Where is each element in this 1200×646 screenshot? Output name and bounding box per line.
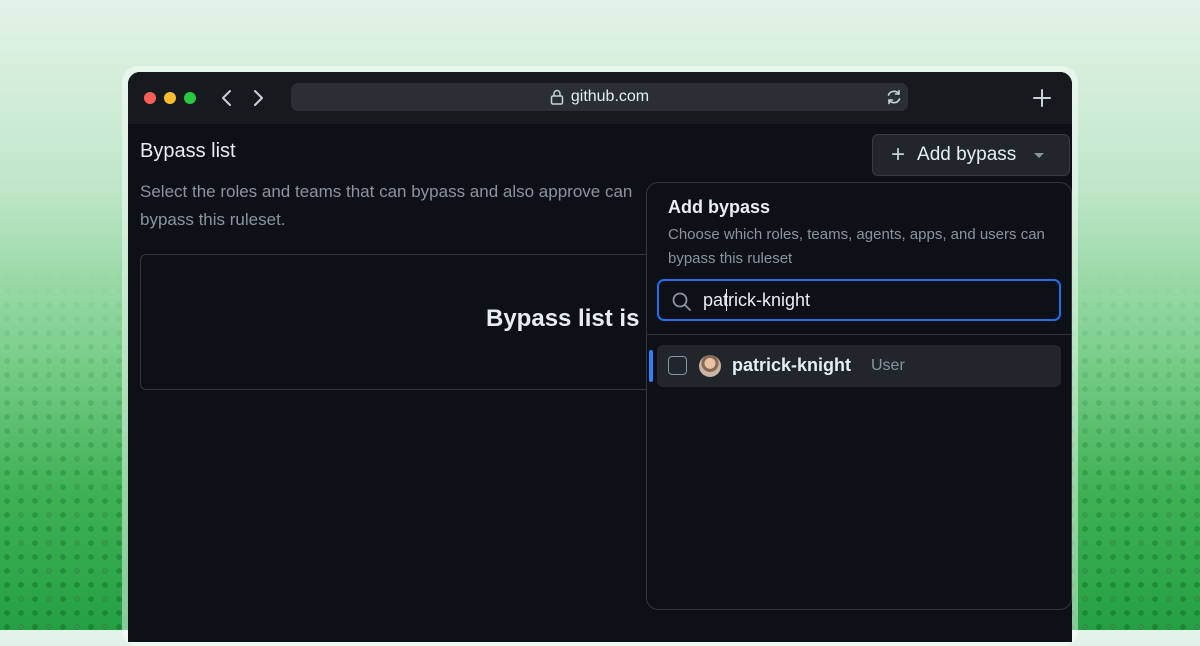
address-display: github.com: [291, 83, 908, 111]
minimize-window-button[interactable]: [164, 92, 176, 104]
selected-indicator: [649, 350, 653, 382]
result-type-label: User: [871, 357, 905, 374]
chevron-right-icon: [254, 90, 263, 106]
lock-icon: [550, 89, 564, 105]
add-bypass-dropdown: Add bypass Choose which roles, teams, ag…: [646, 182, 1072, 610]
add-bypass-button[interactable]: + Add bypass: [872, 134, 1070, 176]
empty-state-text: Bypass list is: [486, 305, 640, 332]
back-button[interactable]: [215, 86, 239, 110]
browser-window: github.com Bypass list Select the roles …: [128, 72, 1072, 642]
bypass-search-input[interactable]: patrick-knight: [657, 279, 1061, 321]
search-icon: [672, 292, 691, 311]
result-name: patrick-knight: [732, 355, 852, 375]
section-description: Select the roles and teams that can bypa…: [140, 182, 633, 229]
close-window-button[interactable]: [144, 92, 156, 104]
chevron-left-icon: [222, 90, 231, 106]
plus-icon: +: [891, 141, 906, 168]
dropdown-divider: [647, 334, 1071, 335]
bypass-list-empty-state: Bypass list is: [140, 254, 702, 390]
search-input-value: patrick-knight: [703, 290, 811, 310]
browser-titlebar: github.com: [128, 72, 1072, 124]
maximize-window-button[interactable]: [184, 92, 196, 104]
result-checkbox[interactable]: [668, 356, 687, 375]
dropdown-title: Add bypass: [668, 197, 771, 217]
new-tab-button[interactable]: [1030, 86, 1054, 110]
address-url: github.com: [570, 88, 650, 105]
avatar: [699, 355, 721, 377]
text-cursor: [726, 289, 727, 311]
caret-down-icon: [1034, 152, 1045, 158]
address-bar[interactable]: github.com: [291, 83, 908, 111]
page-content: Bypass list Select the roles and teams t…: [128, 124, 1072, 642]
reload-button[interactable]: [884, 87, 904, 107]
list-item[interactable]: patrick-knight User: [657, 345, 1061, 387]
plus-icon: [1033, 89, 1051, 107]
dropdown-description: Choose which roles, teams, agents, apps,…: [668, 226, 1045, 267]
section-title: Bypass list: [140, 140, 236, 162]
reload-icon: [887, 89, 901, 105]
forward-button[interactable]: [246, 86, 270, 110]
add-bypass-label: Add bypass: [917, 144, 1017, 165]
